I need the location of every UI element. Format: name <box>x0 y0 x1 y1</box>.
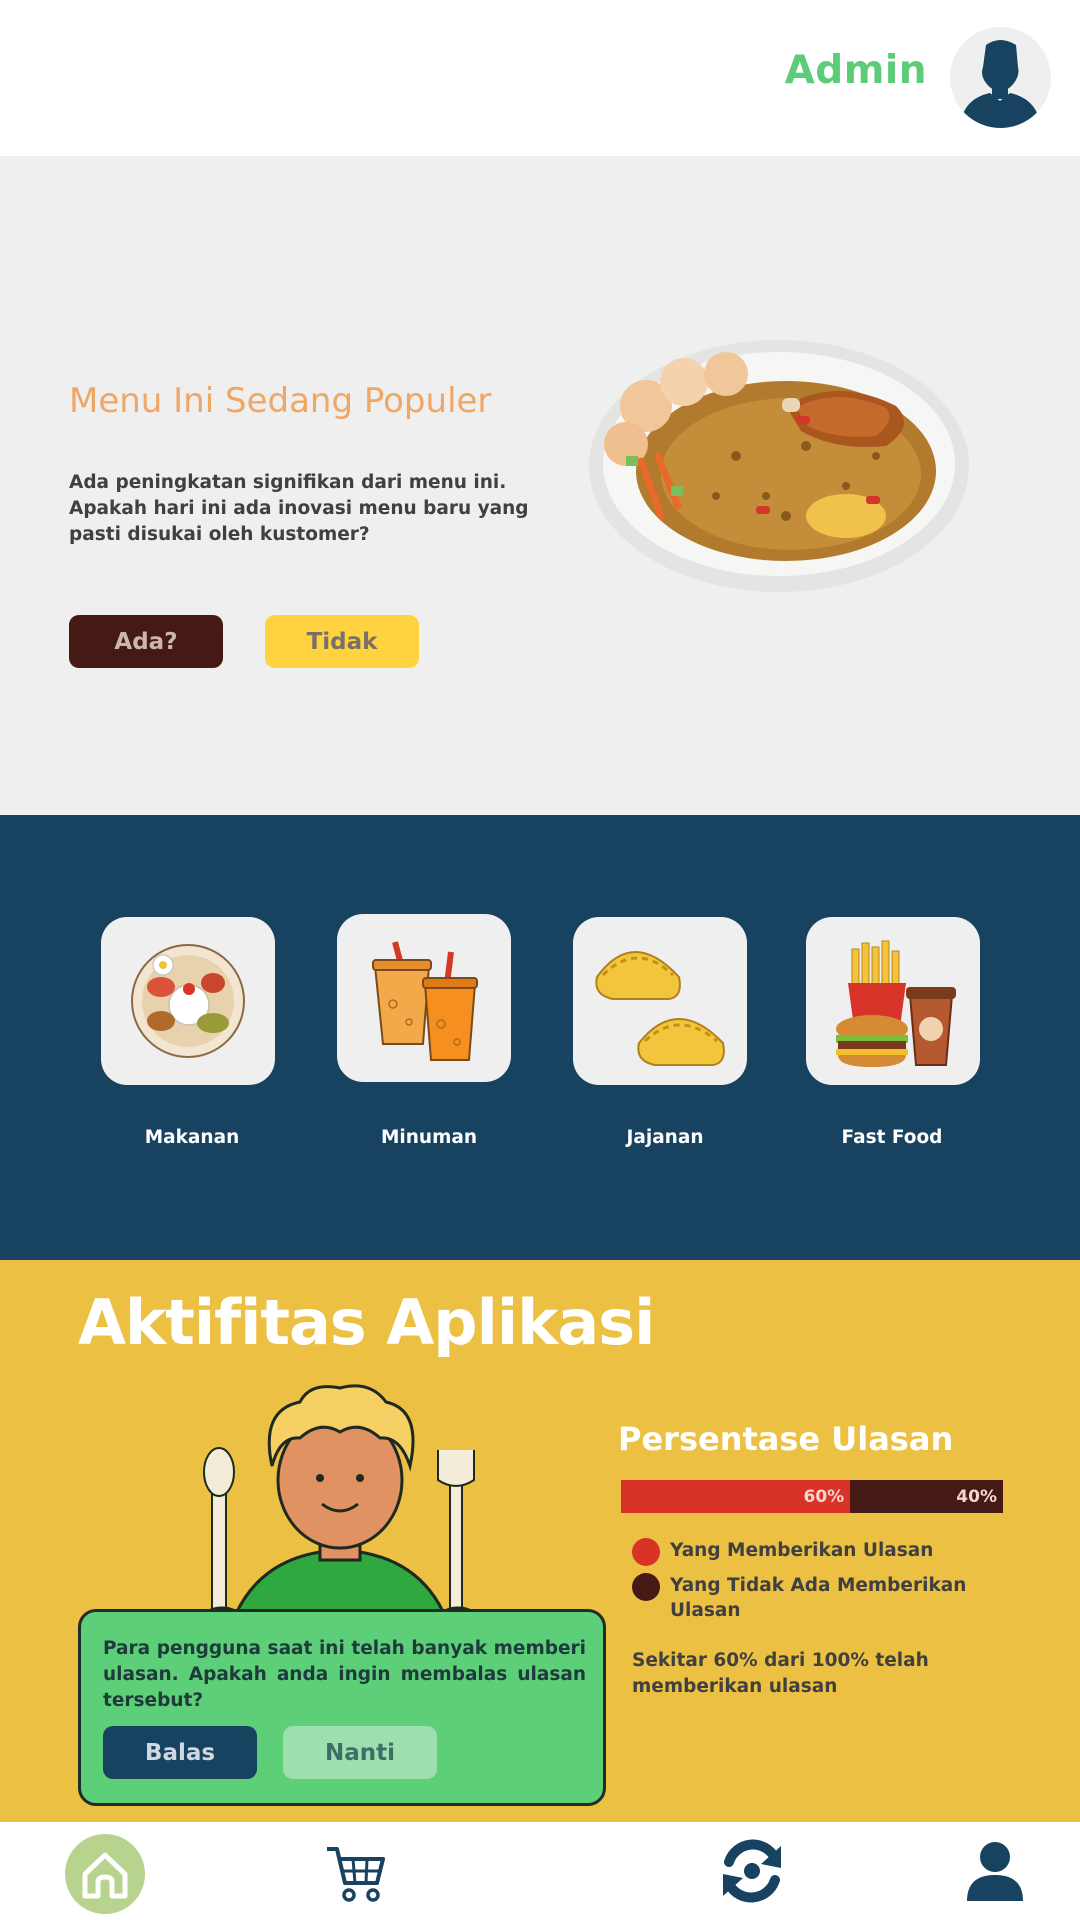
avatar[interactable] <box>950 27 1051 128</box>
reviewed-bar-segment: 60% <box>621 1480 851 1513</box>
home-icon <box>82 1852 128 1899</box>
reviewed-percent-label: 60% <box>803 1486 845 1507</box>
drinks-icon <box>372 941 478 1061</box>
category-card-fast-food[interactable] <box>806 917 980 1085</box>
not-reviewed-bar-segment: 40% <box>850 1480 1003 1513</box>
activity-section: Aktifitas Aplikasi Persentase Ulasan 60%… <box>0 1260 1080 1822</box>
category-card-jajanan[interactable] <box>573 917 747 1085</box>
legend-item-not-reviewed: Yang Tidak Ada Memberikan Ulasan <box>632 1573 970 1623</box>
category-label-minuman: Minuman <box>380 1127 478 1148</box>
refresh-icon <box>723 1839 781 1903</box>
yes-button[interactable]: Ada? <box>69 615 223 668</box>
cart-icon <box>327 1847 385 1902</box>
activity-title: Aktifitas Aplikasi <box>78 1286 655 1359</box>
legend-dot-not-reviewed <box>632 1573 660 1601</box>
popular-menu-section: Menu Ini Sedang Populer Ada peningkatan … <box>0 156 1080 815</box>
nav-profile[interactable] <box>962 1836 1028 1906</box>
legend-label-reviewed: Yang Memberikan Ulasan <box>670 1540 934 1561</box>
fried-rice-image <box>589 340 969 592</box>
category-section: Makanan Minuman Jajanan Fast Food <box>0 815 1080 1260</box>
later-button[interactable]: Nanti <box>283 1726 437 1779</box>
reply-button[interactable]: Balas <box>103 1726 257 1779</box>
admin-label: Admin <box>784 48 927 93</box>
legend-label-not-reviewed: Yang Tidak Ada Memberikan Ulasan <box>670 1575 967 1621</box>
review-reply-popup: Para pengguna saat ini telah banyak memb… <box>78 1609 606 1806</box>
category-label-jajanan: Jajanan <box>626 1127 704 1148</box>
rice-plate-icon <box>131 944 245 1058</box>
nav-refresh[interactable] <box>717 1836 787 1906</box>
bottom-navigation <box>0 1822 1080 1920</box>
pastry-icon <box>595 951 725 1066</box>
category-label-fast-food: Fast Food <box>841 1127 943 1148</box>
fast-food-icon <box>836 940 956 1067</box>
legend-item-reviewed: Yang Memberikan Ulasan <box>632 1538 970 1566</box>
review-summary-note: Sekitar 60% dari 100% telah memberikan u… <box>632 1650 929 1697</box>
profile-icon <box>967 1842 1023 1901</box>
user-silhouette-icon <box>960 40 1041 128</box>
review-percentage-bar: 60% 40% <box>621 1480 1003 1513</box>
popup-message: Para pengguna saat ini telah banyak memb… <box>103 1638 586 1711</box>
review-percentage-title: Persentase Ulasan <box>618 1420 954 1458</box>
not-reviewed-percent-label: 40% <box>956 1486 997 1507</box>
legend-dot-reviewed <box>632 1538 660 1566</box>
no-button[interactable]: Tidak <box>265 615 419 668</box>
popular-menu-title: Menu Ini Sedang Populer <box>69 381 492 421</box>
popular-menu-description: Ada peningkatan signifikan dari menu ini… <box>69 472 529 545</box>
category-card-minuman[interactable] <box>337 914 511 1082</box>
category-card-makanan[interactable] <box>101 917 275 1085</box>
header: Admin <box>0 0 1080 156</box>
category-label-makanan: Makanan <box>144 1127 240 1148</box>
nav-home[interactable] <box>65 1834 145 1914</box>
nav-cart[interactable] <box>320 1838 390 1908</box>
